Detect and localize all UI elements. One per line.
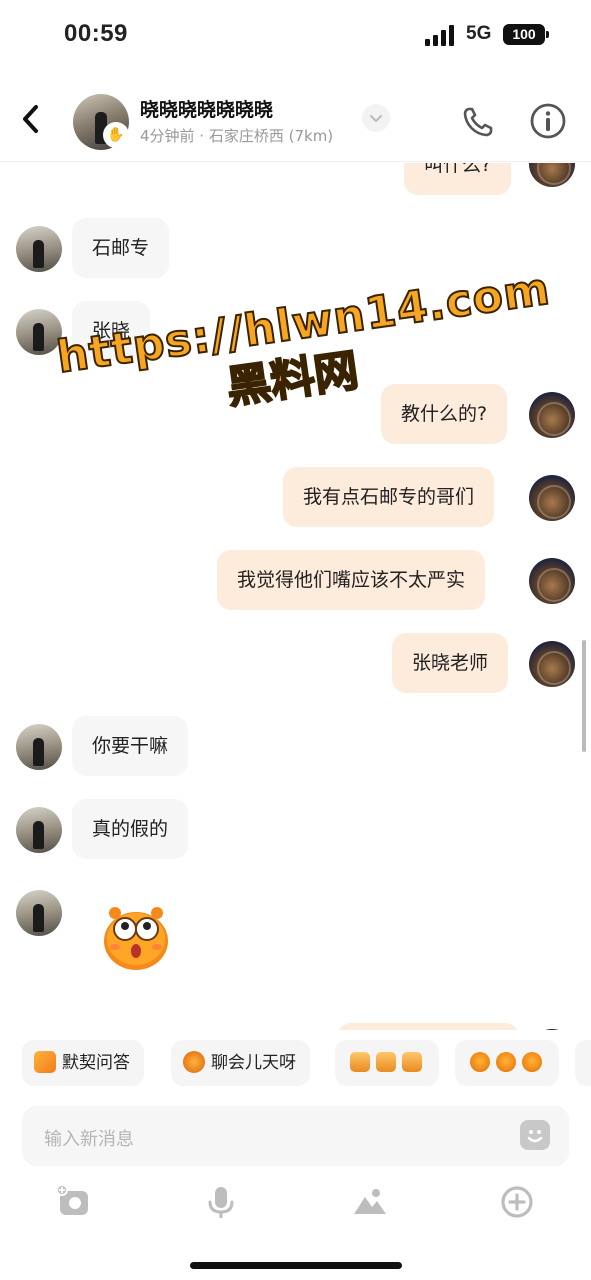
contact-message-avatar[interactable] xyxy=(16,309,62,355)
message-bubble-incoming[interactable]: 张晓 xyxy=(72,301,151,361)
chevron-left-icon xyxy=(23,105,38,133)
quick-reply-label: 默契问答 xyxy=(62,1053,130,1073)
my-avatar[interactable] xyxy=(529,392,575,438)
chevron-down-icon xyxy=(370,115,382,123)
message-bubble-incoming[interactable]: 真的假的 xyxy=(72,799,189,859)
contact-message-avatar[interactable] xyxy=(16,807,62,853)
message-bubble-outgoing[interactable] xyxy=(337,1023,519,1030)
chat-sticker-icon xyxy=(183,1051,205,1073)
microphone-icon xyxy=(208,1187,234,1218)
my-avatar[interactable] xyxy=(529,641,575,687)
back-button[interactable] xyxy=(16,102,46,136)
my-avatar[interactable] xyxy=(529,475,575,521)
quick-reply-bar: 默契问答 聊会儿天呀 xyxy=(0,1030,591,1096)
more-options-button[interactable] xyxy=(497,1182,537,1222)
quick-reply-chat[interactable]: 聊会儿天呀 xyxy=(171,1040,310,1086)
quick-reply-label: 聊会儿天呀 xyxy=(211,1053,296,1073)
network-type: 5G xyxy=(466,23,492,44)
emoji-icon xyxy=(522,1052,542,1072)
emoji-icon xyxy=(376,1052,396,1072)
message-bubble-incoming[interactable]: 石邮专 xyxy=(72,218,170,278)
emoji-icon xyxy=(402,1052,422,1072)
message-bubble-outgoing[interactable]: 我有点石邮专的哥们 xyxy=(283,467,495,527)
expand-profile-button[interactable] xyxy=(362,104,390,132)
status-time: 00:59 xyxy=(64,20,128,47)
my-avatar[interactable] xyxy=(529,163,575,187)
surprised-face-sticker-icon[interactable] xyxy=(102,905,170,971)
scrollbar[interactable] xyxy=(582,640,586,752)
message-input[interactable]: 输入新消息 xyxy=(22,1106,569,1166)
image-icon xyxy=(354,1189,386,1214)
camera-button[interactable] xyxy=(54,1182,94,1222)
info-icon xyxy=(530,103,566,139)
signal-strength-icon xyxy=(425,24,457,46)
status-bar: 00:59 5G 100 xyxy=(0,0,591,70)
quick-reply-emoji-set-2[interactable] xyxy=(455,1040,559,1086)
my-avatar[interactable] xyxy=(529,558,575,604)
voice-input-button[interactable] xyxy=(201,1182,241,1222)
home-indicator[interactable] xyxy=(190,1262,402,1269)
message-bubble-outgoing[interactable]: 叫什么? xyxy=(404,163,512,195)
message-bubble-outgoing[interactable]: 教什么的? xyxy=(381,384,508,444)
quiz-icon xyxy=(34,1051,56,1073)
message-bubble-incoming[interactable]: 你要干嘛 xyxy=(72,716,189,776)
contact-message-avatar[interactable] xyxy=(16,226,62,272)
quick-reply-more[interactable] xyxy=(575,1040,591,1086)
plus-circle-icon xyxy=(501,1186,533,1218)
emoji-icon xyxy=(496,1052,516,1072)
info-button[interactable] xyxy=(529,102,567,140)
contact-message-avatar[interactable] xyxy=(16,890,62,936)
voice-call-button[interactable] xyxy=(460,104,496,140)
message-list[interactable]: 叫什么? 石邮专 张晓 教什么的? 我有点石邮专的哥们 我觉得他们嘴应该不太严实… xyxy=(0,163,591,1030)
phone-icon xyxy=(463,107,493,137)
contact-message-avatar[interactable] xyxy=(16,724,62,770)
message-bubble-outgoing[interactable]: 我觉得他们嘴应该不太严实 xyxy=(217,550,486,610)
contact-name[interactable]: 晓晓晓晓晓晓晓 xyxy=(140,95,273,122)
contact-status: 4分钟前 · 石家庄桥西 (7km) xyxy=(140,127,334,145)
chat-header: ✋ 晓晓晓晓晓晓晓 4分钟前 · 石家庄桥西 (7km) xyxy=(0,78,591,162)
smiley-icon xyxy=(527,1130,543,1143)
quick-reply-emoji-set-1[interactable] xyxy=(335,1040,439,1086)
input-toolbar xyxy=(0,1180,591,1230)
emoji-button[interactable] xyxy=(520,1120,550,1150)
clap-hand-icon: ✋ xyxy=(103,122,129,148)
battery-icon: 100 xyxy=(503,24,549,45)
quick-reply-quiz[interactable]: 默契问答 xyxy=(22,1040,144,1086)
emoji-icon xyxy=(350,1052,370,1072)
emoji-icon xyxy=(470,1052,490,1072)
message-input-placeholder: 输入新消息 xyxy=(44,1129,134,1150)
photo-button[interactable] xyxy=(350,1182,390,1222)
camera-icon xyxy=(56,1184,88,1215)
message-bubble-outgoing[interactable]: 张晓老师 xyxy=(392,633,509,693)
